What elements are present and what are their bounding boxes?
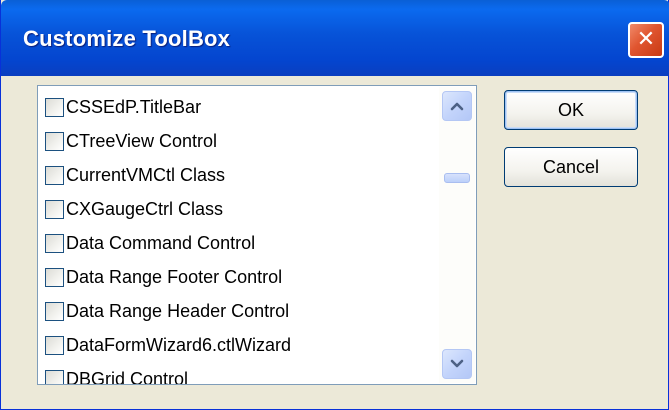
list-item[interactable]: DBGrid Control [45, 363, 189, 385]
checkbox[interactable] [45, 132, 64, 151]
list-item-label: Data Command Control [66, 233, 256, 253]
checkbox[interactable] [45, 370, 64, 384]
list-item-label: Data Range Header Control [66, 301, 290, 321]
list-item-label: CSSEdP.TitleBar [66, 97, 202, 117]
checkbox[interactable] [45, 336, 64, 355]
list-item[interactable]: Data Command Control [45, 227, 255, 260]
close-icon: ✕ [636, 27, 656, 52]
list-item[interactable]: DataFormWizard6.ctlWizard [45, 329, 291, 362]
list-item[interactable]: CXGaugeCtrl Class [45, 193, 223, 226]
checkbox[interactable] [45, 268, 64, 287]
cancel-button[interactable]: Cancel [504, 147, 638, 187]
dialog-title: Customize ToolBox [23, 26, 231, 51]
list-item[interactable]: Data Range Footer Control [45, 261, 282, 294]
checkbox[interactable] [45, 200, 64, 219]
chevron-up-icon [450, 102, 464, 111]
ok-button[interactable]: OK [504, 90, 638, 130]
chevron-down-icon [450, 359, 464, 368]
list-item-label: Data Range Footer Control [66, 267, 283, 287]
checkbox[interactable] [45, 166, 64, 185]
list-item-label: DataFormWizard6.ctlWizard [66, 335, 292, 355]
checkbox[interactable] [45, 302, 64, 321]
scroll-down-button[interactable] [442, 349, 472, 379]
list-item-label: DBGrid Control [66, 369, 189, 385]
title-bar[interactable]: Customize ToolBox ✕ [1, 0, 669, 76]
list-item-label: CXGaugeCtrl Class [66, 199, 224, 219]
list-item[interactable]: CSSEdP.TitleBar [45, 91, 201, 124]
vertical-scrollbar[interactable] [439, 87, 475, 383]
controls-list[interactable]: CSSEdP.TitleBar CTreeView Control Curren… [37, 85, 477, 385]
customize-toolbox-dialog: Customize ToolBox ✕ CSSEdP.TitleBar CTre… [0, 0, 669, 410]
list-item-label: CTreeView Control [66, 131, 218, 151]
scroll-thumb[interactable] [444, 173, 470, 183]
scroll-up-button[interactable] [442, 91, 472, 121]
list-item[interactable]: CTreeView Control [45, 125, 217, 158]
checkbox[interactable] [45, 98, 64, 117]
list-item[interactable]: Data Range Header Control [45, 295, 289, 328]
close-button[interactable]: ✕ [628, 22, 664, 58]
list-item-label: CurrentVMCtl Class [66, 165, 226, 185]
list-item[interactable]: CurrentVMCtl Class [45, 159, 225, 192]
checkbox[interactable] [45, 234, 64, 253]
